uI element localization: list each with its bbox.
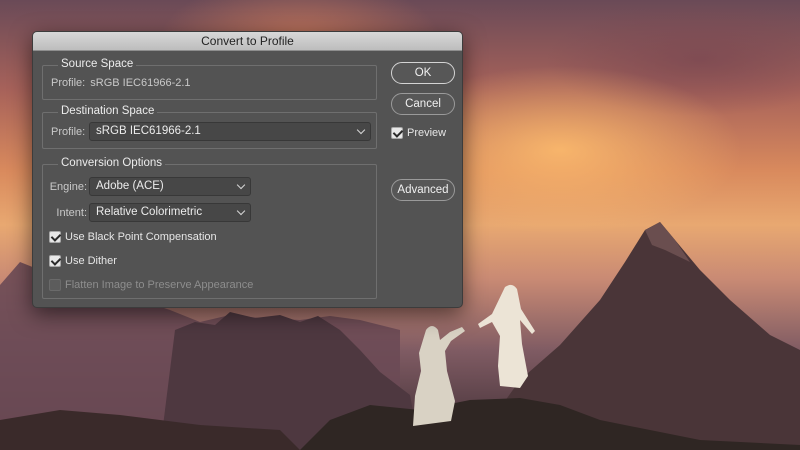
dither-label[interactable]: Use Dither [65,255,117,267]
flatten-label: Flatten Image to Preserve Appearance [65,279,254,291]
cancel-button[interactable]: Cancel [391,93,455,115]
engine-select[interactable]: Adobe (ACE) [89,177,251,196]
black-point-label[interactable]: Use Black Point Compensation [65,231,217,243]
conversion-options-group: Conversion Options Engine: Adobe (ACE) I… [42,157,377,299]
advanced-button[interactable]: Advanced [391,179,455,201]
dither-checkbox[interactable] [49,255,61,267]
black-point-checkbox[interactable] [49,231,61,243]
source-space-title: Source Space [58,58,137,70]
conversion-options-title: Conversion Options [58,157,165,169]
dialog-title: Convert to Profile [33,32,462,51]
black-point-checkbox-row[interactable]: Use Black Point Compensation [49,231,217,243]
destination-profile-label: Profile: [51,126,86,138]
source-space-group: Source Space Profile: sRGB IEC61966-2.1 [42,58,377,100]
destination-profile-value: sRGB IEC61966-2.1 [96,125,201,137]
source-profile-label: Profile: [51,77,86,89]
intent-value: Relative Colorimetric [96,206,203,218]
flatten-checkbox [49,279,61,291]
chevron-down-icon [356,125,366,135]
engine-value: Adobe (ACE) [96,180,164,192]
intent-label: Intent: [56,207,87,219]
convert-to-profile-dialog: Convert to Profile Source Space Profile:… [32,31,463,308]
ok-button[interactable]: OK [391,62,455,84]
chevron-down-icon [236,180,246,190]
preview-label[interactable]: Preview [407,127,446,139]
preview-checkbox-row[interactable]: Preview [391,127,446,139]
destination-space-title: Destination Space [58,105,158,117]
engine-label: Engine: [49,181,87,193]
flatten-checkbox-row: Flatten Image to Preserve Appearance [49,279,253,291]
preview-checkbox[interactable] [391,127,403,139]
chevron-down-icon [236,206,246,216]
intent-select[interactable]: Relative Colorimetric [89,203,251,222]
destination-space-group: Destination Space Profile: sRGB IEC61966… [42,105,377,149]
source-profile-value: sRGB IEC61966-2.1 [90,77,191,89]
destination-profile-select[interactable]: sRGB IEC61966-2.1 [89,122,371,141]
dither-checkbox-row[interactable]: Use Dither [49,255,117,267]
